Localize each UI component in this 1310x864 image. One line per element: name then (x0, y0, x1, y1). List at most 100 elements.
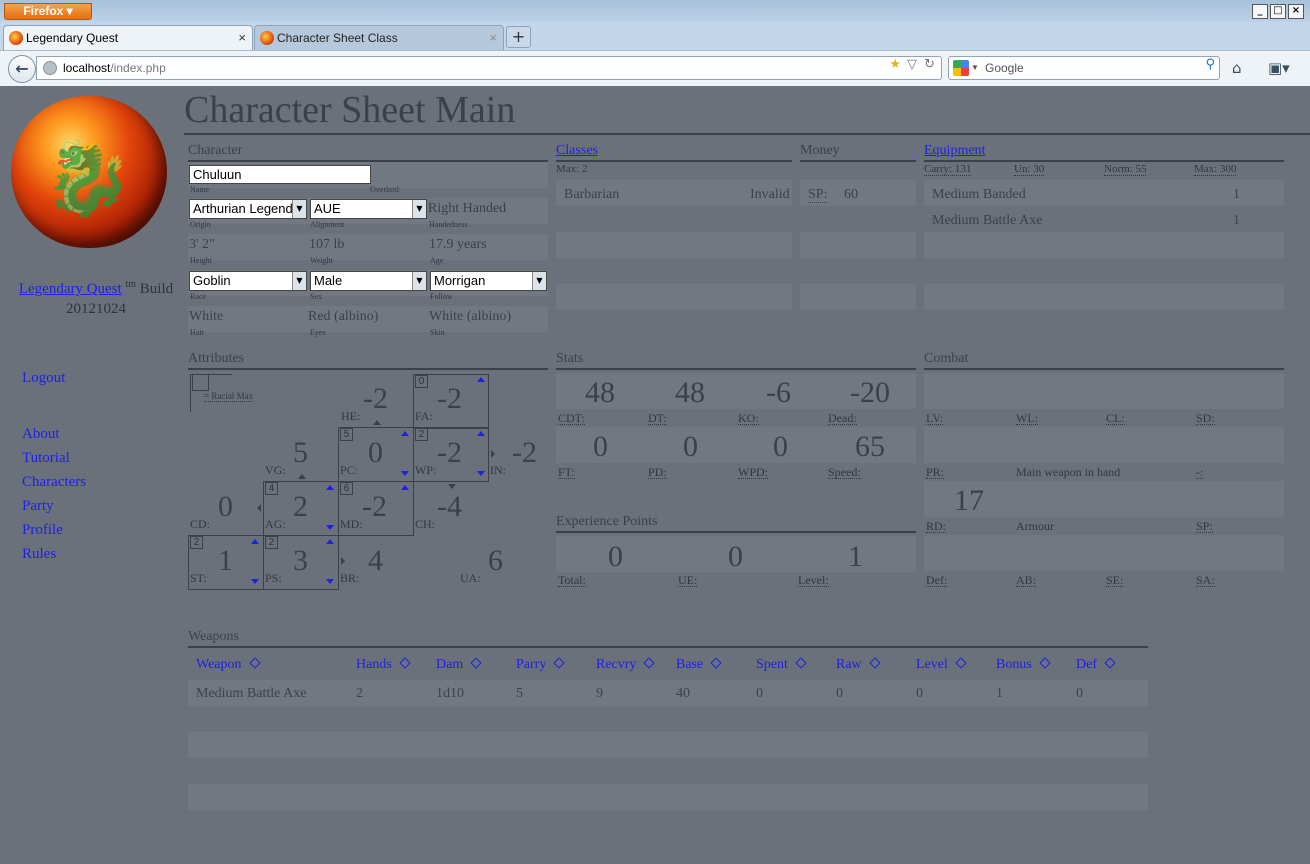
sort-icon (955, 657, 967, 669)
br-right-arrow-icon (341, 557, 345, 565)
weapon-level-cell: 0 (916, 686, 923, 701)
brand-trademark: tm (125, 279, 137, 290)
ag-decrease-button[interactable] (326, 525, 334, 530)
close-window-button[interactable]: × (1288, 4, 1304, 19)
sort-icon (710, 657, 722, 669)
sa-label: SA: (1196, 573, 1215, 587)
search-icon[interactable]: ⚲ (1205, 57, 1215, 72)
back-arrow-icon[interactable]: ← (8, 55, 36, 83)
fa-increase-button[interactable] (477, 377, 485, 382)
handedness-label: Handedness (429, 220, 468, 229)
nav-party[interactable]: Party (22, 498, 54, 515)
col-def-sort[interactable]: Def (1076, 657, 1116, 673)
he-label: HE: (341, 409, 361, 423)
equipment-divider (924, 160, 1284, 162)
alignment-select[interactable]: AUE ▼ (310, 199, 427, 219)
money-row-empty (800, 284, 916, 310)
name-field[interactable]: Chuluun (189, 165, 371, 184)
new-tab-button[interactable]: + (506, 26, 531, 48)
col-spent-sort[interactable]: Spent (756, 657, 807, 673)
col-weapon-sort[interactable]: Weapon (196, 657, 261, 673)
sp-label: SP: (808, 187, 828, 203)
skin-label: Skin (430, 328, 445, 337)
col-recvry-sort[interactable]: Recvry (596, 657, 656, 673)
dash-label: -: (1196, 465, 1204, 479)
tab-character-sheet-class[interactable]: Character Sheet Class × (254, 25, 504, 50)
eyes-value: Red (albino) (308, 309, 379, 324)
col-base-sort[interactable]: Base (676, 657, 722, 673)
equipment-item-name: Medium Battle Axe (932, 213, 1043, 228)
col-hands-sort[interactable]: Hands (356, 657, 411, 673)
age-label: Age (430, 256, 444, 265)
pc-value: 0 (368, 436, 383, 469)
wp-increase-button[interactable] (477, 431, 485, 436)
pc-box: 5 (340, 428, 353, 441)
chevron-down-icon: ▼ (412, 272, 426, 290)
st-box: 2 (190, 536, 203, 549)
equipment-item-name: Medium Banded (932, 187, 1026, 202)
wp-decrease-button[interactable] (477, 471, 485, 476)
chevron-down-icon: ▼ (532, 272, 546, 290)
ag-increase-button[interactable] (326, 485, 334, 490)
search-bar[interactable]: ▼ Google ⚲ (948, 56, 1220, 80)
brand-link[interactable]: Legendary Quest (19, 281, 122, 297)
nav-profile[interactable]: Profile (22, 522, 63, 539)
weapon-dam-cell: 1d10 (436, 686, 464, 701)
build-number: 20121024 (66, 301, 126, 317)
bookmark-star-icon[interactable]: ★ (889, 57, 901, 72)
vg-up-arrow-icon (298, 474, 306, 479)
nav-rules[interactable]: Rules (22, 546, 56, 563)
firefox-menu-button[interactable]: Firefox ▾ (4, 3, 92, 20)
xp-level-label: Level: (798, 573, 829, 587)
class-row-empty (556, 284, 792, 310)
sex-select[interactable]: Male ▼ (310, 271, 427, 291)
maximize-button[interactable]: □ (1270, 4, 1286, 19)
skin-value: White (albino) (429, 309, 512, 324)
nav-tutorial[interactable]: Tutorial (22, 450, 70, 467)
money-divider (800, 160, 916, 162)
md-increase-button[interactable] (401, 485, 409, 490)
ps-decrease-button[interactable] (326, 579, 334, 584)
pc-decrease-button[interactable] (401, 471, 409, 476)
col-level-sort[interactable]: Level (916, 657, 967, 673)
tab-close-icon[interactable]: × (489, 26, 497, 50)
br-value: 4 (368, 544, 383, 577)
tab-legendary-quest[interactable]: Legendary Quest × (3, 25, 253, 50)
col-dam-sort[interactable]: Dam (436, 657, 482, 673)
nav-characters[interactable]: Characters (22, 474, 86, 491)
equipment-row-empty (924, 284, 1284, 310)
reload-icon[interactable]: ↻ (924, 57, 935, 72)
in-label: IN: (490, 463, 506, 477)
armour-label: Armour (1016, 519, 1054, 533)
ag-label: AG: (265, 517, 286, 531)
md-value: -2 (362, 490, 387, 523)
ko-value: -6 (766, 376, 791, 409)
ps-label: PS: (265, 571, 282, 585)
url-bar[interactable]: localhost/index.php ★ ▽ ↻ (36, 56, 942, 80)
md-label: MD: (340, 517, 363, 531)
pc-increase-button[interactable] (401, 431, 409, 436)
equipment-link[interactable]: Equipment (924, 143, 985, 159)
classes-link[interactable]: Classes (556, 143, 598, 159)
race-select[interactable]: Goblin ▼ (189, 271, 307, 291)
minimize-button[interactable]: _ (1252, 4, 1268, 19)
title-bar: Firefox ▾ _ □ × (0, 0, 1310, 22)
tab-close-icon[interactable]: × (238, 26, 246, 50)
st-decrease-button[interactable] (251, 579, 259, 584)
col-raw-sort[interactable]: Raw (836, 657, 881, 673)
origin-select[interactable]: Arthurian Legend ▼ (189, 199, 307, 219)
weapon-row-empty (188, 732, 1148, 758)
addons-icon[interactable]: ▣▾ (1268, 59, 1290, 77)
logout-link[interactable]: Logout (22, 370, 65, 387)
col-bonus-sort[interactable]: Bonus (996, 657, 1051, 673)
equipment-item-qty: 1 (1233, 187, 1240, 202)
col-parry-sort[interactable]: Parry (516, 657, 565, 673)
dropdown-arrow-icon[interactable]: ▽ (907, 57, 917, 72)
ps-increase-button[interactable] (326, 539, 334, 544)
follow-select[interactable]: Morrigan ▼ (430, 271, 547, 291)
home-icon[interactable]: ⌂ (1232, 59, 1242, 77)
racial-max-legend-box (192, 374, 209, 391)
st-increase-button[interactable] (251, 539, 259, 544)
nav-about[interactable]: About (22, 426, 60, 443)
search-engine-arrow-icon[interactable]: ▼ (971, 57, 979, 79)
